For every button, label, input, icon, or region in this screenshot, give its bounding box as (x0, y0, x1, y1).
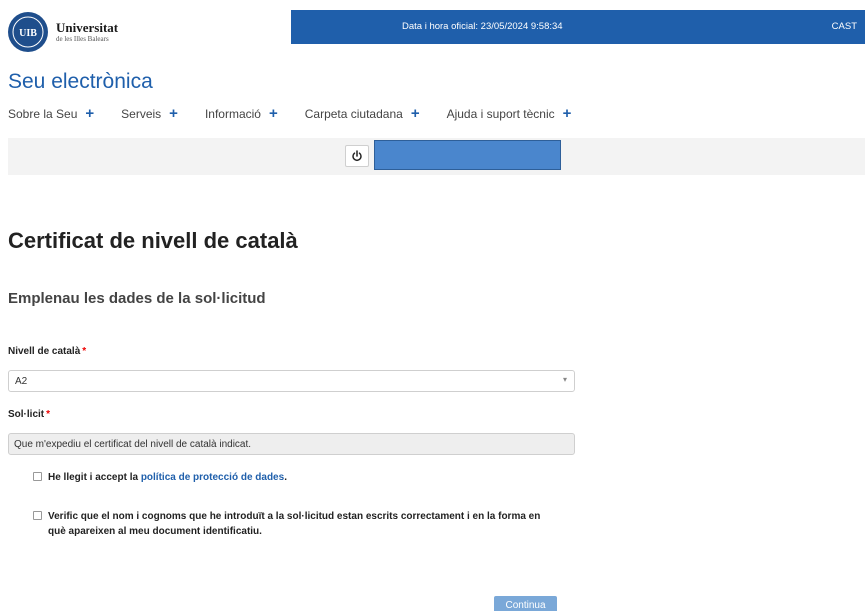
uib-seal-icon: UIB (8, 12, 48, 52)
solicit-label-text: Sol·licit (8, 409, 45, 420)
uib-logo[interactable]: UIB Universitat de les Illes Balears (8, 12, 118, 52)
logo-main-text: Universitat (56, 20, 119, 35)
nav-item-label: Sobre la Seu (8, 106, 78, 121)
nav-item-ajuda-i-suport[interactable]: Ajuda i suport tècnic + (447, 106, 572, 121)
required-mark: * (46, 409, 51, 420)
logout-button[interactable] (345, 145, 369, 167)
nav-item-label: Serveis (121, 106, 162, 121)
user-bar (8, 138, 865, 175)
nivell-select-value: A2 (15, 376, 28, 387)
user-info-box[interactable] (374, 140, 561, 170)
required-mark: * (82, 346, 87, 357)
solicit-field-value: Que m'expediu el certificat del nivell d… (14, 439, 252, 450)
power-icon (352, 150, 362, 162)
privacy-consent-prefix: He llegit i accept la (48, 472, 141, 483)
nav-item-carpeta-ciutadana[interactable]: Carpeta ciutadana + (305, 106, 420, 121)
privacy-consent-checkbox[interactable] (33, 472, 42, 481)
plus-icon: + (410, 105, 420, 122)
nav-item-informacio[interactable]: Informació + (205, 106, 278, 121)
logo-seal-text: UIB (19, 28, 37, 39)
site-title[interactable]: Seu electrònica (8, 70, 153, 94)
plus-icon: + (562, 105, 572, 122)
nivell-select[interactable]: A2 ▾ (8, 370, 575, 392)
language-switch-link[interactable]: CAST (832, 21, 857, 32)
name-verification-checkbox[interactable] (33, 511, 42, 520)
plus-icon: + (169, 105, 178, 122)
chevron-down-icon: ▾ (562, 375, 567, 384)
solicit-field[interactable]: Que m'expediu el certificat del nivell d… (8, 433, 575, 455)
logo-sub-text: de les Illes Balears (56, 35, 109, 43)
nav-item-serveis[interactable]: Serveis + (121, 106, 178, 121)
privacy-consent-label: He llegit i accept la política de protec… (48, 470, 287, 485)
official-datetime: Data i hora oficial: 23/05/2024 9:58:34 (402, 21, 563, 32)
section-title: Emplenau les dades de la sol·licitud (8, 290, 266, 307)
nav-item-label: Informació (204, 106, 261, 121)
solicit-label: Sol·licit * (8, 409, 50, 420)
name-verification-row: Verific que el nom i cognoms que he intr… (33, 509, 553, 539)
nav-item-label: Carpeta ciutadana (304, 106, 403, 121)
nav-item-label: Ajuda i suport tècnic (446, 106, 555, 121)
nav-item-sobre-la-seu[interactable]: Sobre la Seu + (8, 106, 94, 121)
privacy-consent-row: He llegit i accept la política de protec… (33, 470, 287, 485)
nivell-label: Nivell de català * (8, 346, 86, 357)
plus-icon: + (85, 105, 95, 122)
privacy-consent-suffix: . (284, 472, 287, 483)
logo-text: Universitat de les Illes Balears (56, 21, 118, 43)
top-bar: Data i hora oficial: 23/05/2024 9:58:34 … (291, 10, 865, 44)
continue-button[interactable]: Continua (494, 596, 557, 611)
privacy-policy-link[interactable]: política de protecció de dades (141, 472, 284, 483)
nivell-label-text: Nivell de català (8, 346, 81, 357)
main-nav: Sobre la Seu + Serveis + Informació + Ca… (8, 106, 598, 121)
name-verification-label: Verific que el nom i cognoms que he intr… (48, 511, 541, 537)
page-title: Certificat de nivell de català (8, 228, 298, 253)
plus-icon: + (268, 105, 278, 122)
